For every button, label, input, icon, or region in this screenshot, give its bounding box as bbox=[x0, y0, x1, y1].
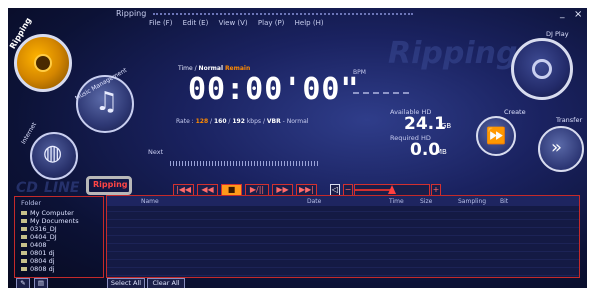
folder-item-label: 0801 dj bbox=[30, 249, 55, 257]
column-date[interactable]: Date bbox=[307, 198, 321, 205]
folder-item-label: 0408 bbox=[30, 241, 47, 249]
time-normal-option[interactable]: Normal bbox=[199, 65, 223, 72]
edit-folder-icon[interactable]: ✎ bbox=[16, 278, 30, 288]
minimize-button[interactable]: _ bbox=[560, 9, 565, 19]
folder-item-label: My Documents bbox=[30, 217, 79, 225]
folder-item[interactable]: 0801 dj bbox=[21, 249, 55, 257]
rate-128[interactable]: 128 bbox=[196, 118, 209, 125]
transfer-arrows-icon: » bbox=[551, 137, 563, 158]
folder-item[interactable]: 0804 dj bbox=[21, 257, 55, 265]
highlight-frame: Ripping bbox=[86, 176, 132, 195]
background-cd-word: CD bbox=[16, 180, 38, 196]
folder-icon bbox=[21, 267, 27, 271]
bpm-label: BPM bbox=[353, 69, 366, 76]
menu-bar: File (F) Edit (E) View (V) Play (P) Help… bbox=[149, 19, 332, 27]
folder-panel: Folder My Computer My Documents 0316_DJ … bbox=[14, 196, 104, 278]
folder-item-label: My Computer bbox=[30, 209, 74, 217]
bpm-value-placeholder bbox=[353, 92, 409, 96]
available-hd-value: 24.1 bbox=[404, 114, 446, 134]
folder-item-label: 0404_DJ bbox=[30, 233, 57, 241]
column-sampling[interactable]: Sampling bbox=[458, 198, 486, 205]
folder-item[interactable]: 0404_DJ bbox=[21, 233, 57, 241]
column-bit[interactable]: Bit bbox=[500, 198, 508, 205]
fast-forward-icon: ⏩ bbox=[486, 126, 506, 145]
track-list-panel: Name Date Time Size Sampling Bit bbox=[106, 195, 580, 278]
volume-thumb[interactable] bbox=[388, 185, 396, 194]
next-label: Next bbox=[148, 148, 164, 156]
ripping-app-window: Ripping CD LINE Ripping _ × File (F) Edi… bbox=[8, 8, 587, 288]
folder-list-icon[interactable]: ▤ bbox=[34, 278, 48, 288]
folder-icon bbox=[21, 227, 27, 231]
internet-button[interactable]: ◍ bbox=[30, 132, 78, 180]
ripping-badge[interactable]: Ripping bbox=[93, 180, 128, 189]
disc-icon bbox=[34, 54, 52, 72]
folder-item[interactable]: 0408 bbox=[21, 241, 47, 249]
column-size[interactable]: Size bbox=[420, 198, 432, 205]
folder-header: Folder bbox=[21, 199, 42, 207]
create-button[interactable]: ⏩ bbox=[476, 116, 516, 156]
folder-item-label: 0804 dj bbox=[30, 257, 55, 265]
folder-item-label: 0316_DJ bbox=[30, 225, 57, 233]
folder-icon bbox=[21, 235, 27, 239]
folder-item[interactable]: My Computer bbox=[21, 209, 74, 217]
time-mode-line: Time / Normal Remain bbox=[178, 65, 250, 72]
rate-label: Rate : bbox=[176, 118, 194, 125]
folder-icon bbox=[21, 243, 27, 247]
background-line-word: LINE bbox=[44, 180, 80, 196]
folder-icon bbox=[21, 251, 27, 255]
menu-view[interactable]: View (V) bbox=[219, 19, 248, 27]
rate-suffix: - Normal bbox=[282, 118, 309, 125]
folder-item[interactable]: 0808 dj bbox=[21, 265, 55, 273]
rate-unit: kbps / bbox=[246, 118, 265, 125]
menu-edit[interactable]: Edit (E) bbox=[183, 19, 209, 27]
turntable-icon bbox=[532, 59, 552, 79]
column-time[interactable]: Time bbox=[389, 198, 404, 205]
time-prefix: Time / bbox=[178, 65, 197, 72]
create-label: Create bbox=[504, 108, 526, 116]
available-hd-unit: GB bbox=[441, 122, 452, 130]
transfer-label: Transfer bbox=[556, 116, 583, 124]
music-note-icon: ♫ bbox=[95, 87, 119, 117]
volume-fill bbox=[355, 189, 392, 191]
dj-play-label: DJ Play bbox=[546, 30, 569, 38]
required-hd-unit: MB bbox=[436, 148, 447, 156]
menu-file[interactable]: File (F) bbox=[149, 19, 172, 27]
track-list-header bbox=[107, 196, 579, 206]
folder-icon bbox=[21, 259, 27, 263]
time-remain-option[interactable]: Remain bbox=[225, 65, 250, 72]
close-button[interactable]: × bbox=[574, 9, 582, 20]
ripping-disc-button[interactable] bbox=[14, 34, 72, 92]
folder-icon bbox=[21, 219, 27, 223]
transfer-button[interactable]: » bbox=[538, 126, 584, 172]
clear-all-button[interactable]: Clear All bbox=[147, 278, 185, 288]
rate-160[interactable]: 160 bbox=[214, 118, 227, 125]
window-title: Ripping bbox=[116, 9, 147, 18]
folder-item[interactable]: 0316_DJ bbox=[21, 225, 57, 233]
background-ripping-word: Ripping bbox=[388, 36, 518, 71]
globe-icon: ◍ bbox=[43, 141, 63, 166]
dj-play-button[interactable] bbox=[511, 38, 573, 100]
level-meter bbox=[170, 161, 318, 166]
select-all-button[interactable]: Select All bbox=[107, 278, 145, 288]
rate-192[interactable]: 192 bbox=[232, 118, 245, 125]
menu-help[interactable]: Help (H) bbox=[295, 19, 324, 27]
rate-vbr[interactable]: VBR bbox=[267, 118, 281, 125]
rate-line: Rate : 128 / 160 / 192 kbps / VBR - Norm… bbox=[176, 118, 309, 125]
title-bar-dots bbox=[153, 13, 413, 17]
column-name[interactable]: Name bbox=[141, 198, 159, 205]
menu-play[interactable]: Play (P) bbox=[258, 19, 285, 27]
folder-icon bbox=[21, 211, 27, 215]
folder-item-label: 0808 dj bbox=[30, 265, 55, 273]
time-digits: 00:00'00" bbox=[188, 72, 360, 107]
folder-item[interactable]: My Documents bbox=[21, 217, 79, 225]
